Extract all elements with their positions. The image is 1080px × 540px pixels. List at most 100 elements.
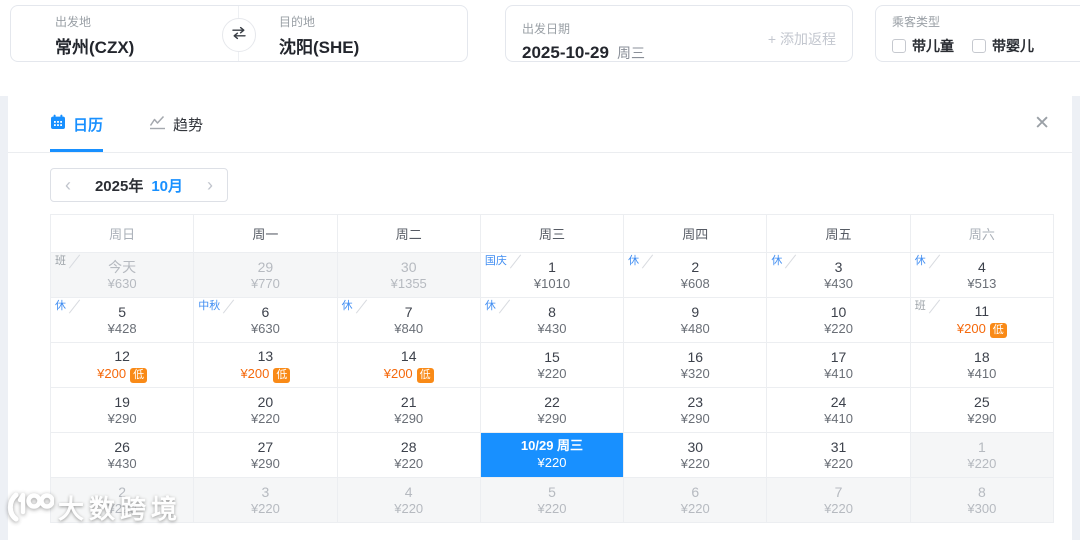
swap-route-button[interactable] bbox=[222, 18, 256, 52]
day-price: ¥220 bbox=[537, 455, 567, 471]
calendar-day-cell[interactable]: 28 ¥220 bbox=[336, 432, 481, 478]
day-price: ¥220 bbox=[680, 455, 710, 471]
calendar-week-row: 26 ¥430 27 ¥290 28 ¥220 10/29 周三 ¥220 30 ¥220 31 ¥2… bbox=[49, 432, 1055, 478]
calendar-day-cell[interactable]: 中秋 6 ¥630 bbox=[193, 297, 338, 343]
passenger-type-label: 乘客类型 bbox=[892, 15, 941, 29]
tab-calendar[interactable]: 日历 bbox=[50, 96, 104, 152]
tab-trend-label: 趋势 bbox=[173, 116, 204, 134]
calendar-day-cell[interactable]: 2 ¥220 bbox=[49, 477, 195, 523]
day-price: ¥220 bbox=[394, 500, 424, 516]
day-number: 10/29 周三 bbox=[520, 438, 584, 454]
calendar-day-cell[interactable]: 9 ¥480 bbox=[623, 297, 768, 343]
price-calendar-table: 周日 周一 周二 周三 周四 周五 周六班今天 ¥630 29 ¥770 30 ¥1355 国庆 1 ¥10… bbox=[49, 214, 1055, 523]
calendar-day-cell[interactable]: 30 ¥220 bbox=[623, 432, 768, 478]
calendar-day-cell[interactable]: 18 ¥410 bbox=[909, 342, 1055, 388]
calendar-day-cell[interactable]: 26 ¥430 bbox=[49, 432, 195, 478]
day-price: ¥200 低 bbox=[338, 366, 480, 383]
day-corner-badge: 休 bbox=[628, 255, 640, 267]
calendar-day-cell[interactable]: 休 4 ¥513 bbox=[909, 252, 1055, 298]
calendar-day-cell[interactable]: 20 ¥220 bbox=[193, 387, 338, 433]
close-icon[interactable]: ✕ bbox=[1034, 114, 1050, 133]
departure-date-field[interactable]: 出发日期 2025-10-29 周三 bbox=[522, 13, 768, 62]
calendar-day-cell[interactable]: 14 ¥200 低 bbox=[336, 342, 481, 388]
next-month-button[interactable]: › bbox=[207, 176, 213, 194]
day-number: 8 bbox=[548, 303, 556, 320]
calendar-day-cell[interactable]: 21 ¥290 bbox=[336, 387, 481, 433]
day-number: 16 bbox=[687, 348, 704, 365]
day-number: 15 bbox=[544, 348, 560, 365]
calendar-day-cell[interactable]: 休 8 ¥430 bbox=[479, 297, 625, 343]
day-number: 18 bbox=[974, 348, 990, 365]
low-price-badge: 低 bbox=[273, 367, 291, 383]
calendar-day-cell[interactable]: 15 ¥220 bbox=[479, 342, 625, 388]
calendar-day-cell[interactable]: 17 ¥410 bbox=[766, 342, 911, 388]
day-price: ¥410 bbox=[824, 365, 853, 381]
add-return-button[interactable]: + 添加返程 bbox=[768, 29, 836, 54]
day-price: ¥320 bbox=[680, 365, 710, 381]
day-number: 23 bbox=[687, 393, 704, 410]
destination-field[interactable]: 目的地 沈阳(SHE) bbox=[243, 6, 467, 61]
calendar-day-cell[interactable]: 休 5 ¥428 bbox=[49, 297, 195, 343]
calendar-day-cell[interactable]: 23 ¥290 bbox=[623, 387, 768, 433]
calendar-day-cell[interactable]: 6 ¥220 bbox=[623, 477, 768, 523]
calendar-week-row: 休 5 ¥428 中秋 6 ¥630 休 7 ¥840 休 8 ¥430 9 ¥480 10 ¥220 班 11 ¥… bbox=[49, 297, 1055, 343]
calendar-day-cell[interactable]: 29 ¥770 bbox=[193, 252, 338, 298]
checkbox-icon[interactable] bbox=[892, 39, 906, 53]
day-number: 2 bbox=[118, 483, 127, 500]
calendar-day-cell[interactable]: 27 ¥290 bbox=[193, 432, 338, 478]
calendar-day-cell[interactable]: 16 ¥320 bbox=[623, 342, 768, 388]
day-price: ¥410 bbox=[967, 365, 997, 381]
day-number: 31 bbox=[830, 438, 847, 455]
passenger-option[interactable]: 带儿童 bbox=[892, 36, 954, 56]
calendar-day-cell[interactable]: 30 ¥1355 bbox=[336, 252, 481, 298]
day-price: ¥410 bbox=[824, 410, 853, 426]
calendar-day-cell[interactable]: 休 2 ¥608 bbox=[623, 252, 768, 298]
calendar-day-cell[interactable]: 国庆 1 ¥1010 bbox=[479, 252, 625, 298]
calendar-day-cell[interactable]: 13 ¥200 低 bbox=[193, 342, 338, 388]
day-number: 25 bbox=[974, 393, 990, 410]
day-price: ¥200 低 bbox=[194, 366, 336, 383]
day-price: ¥430 bbox=[537, 320, 567, 336]
calendar-day-cell[interactable]: 4 ¥220 bbox=[336, 477, 481, 523]
calendar-day-cell[interactable]: 5 ¥220 bbox=[479, 477, 625, 523]
departure-value: 常州(CZX) bbox=[55, 38, 135, 57]
calendar-day-cell[interactable]: 22 ¥290 bbox=[479, 387, 625, 433]
month-navigator: ‹ 2025年 10月 › bbox=[50, 168, 228, 202]
calendar-day-cell[interactable]: 7 ¥220 bbox=[766, 477, 911, 523]
prev-month-button[interactable]: ‹ bbox=[65, 176, 71, 194]
passenger-option[interactable]: 带婴儿 bbox=[972, 36, 1034, 56]
day-corner-badge: 休 bbox=[771, 255, 783, 267]
day-price: ¥290 bbox=[394, 410, 424, 426]
day-price: ¥290 bbox=[967, 410, 997, 426]
calendar-day-cell[interactable]: 3 ¥220 bbox=[193, 477, 338, 523]
calendar-day-cell[interactable]: 25 ¥290 bbox=[909, 387, 1055, 433]
day-price: ¥513 bbox=[967, 275, 997, 291]
tab-trend[interactable]: 趋势 bbox=[149, 96, 203, 152]
calendar-day-cell[interactable]: 1 ¥220 bbox=[909, 432, 1055, 478]
day-price: ¥840 bbox=[394, 320, 424, 336]
calendar-day-cell[interactable]: 10 ¥220 bbox=[766, 297, 911, 343]
calendar-day-cell[interactable]: 10/29 周三 ¥220 bbox=[479, 432, 625, 478]
day-price: ¥290 bbox=[537, 410, 567, 426]
checkbox-icon[interactable] bbox=[972, 39, 986, 53]
calendar-day-cell[interactable]: 12 ¥200 低 bbox=[49, 342, 195, 388]
calendar-day-cell[interactable]: 班 今天 ¥630 bbox=[49, 252, 195, 298]
calendar-day-cell[interactable]: 19 ¥290 bbox=[49, 387, 195, 433]
calendar-day-cell[interactable]: 休 7 ¥840 bbox=[336, 297, 481, 343]
day-number: 12 bbox=[114, 348, 130, 365]
calendar-day-cell[interactable]: 休 3 ¥430 bbox=[766, 252, 911, 298]
day-corner-badge: 休 bbox=[914, 255, 926, 267]
day-number: 5 bbox=[118, 303, 127, 320]
departure-date-weekday: 周三 bbox=[616, 45, 645, 61]
calendar-day-cell[interactable]: 8 ¥300 bbox=[909, 477, 1055, 523]
calendar-day-cell[interactable]: 31 ¥220 bbox=[766, 432, 911, 478]
month-label: 2025年 10月 bbox=[95, 175, 183, 196]
departure-field[interactable]: 出发地 常州(CZX) bbox=[11, 6, 243, 61]
month-text: 10月 bbox=[151, 177, 184, 195]
calendar-day-cell[interactable]: 班 11 ¥200 低 bbox=[909, 297, 1055, 343]
day-corner-badge: 休 bbox=[55, 300, 66, 312]
calendar-day-cell[interactable]: 24 ¥410 bbox=[766, 387, 911, 433]
day-number: 11 bbox=[974, 303, 990, 320]
day-price: ¥608 bbox=[680, 275, 710, 291]
calendar-week-row: 19 ¥290 20 ¥220 21 ¥290 22 ¥290 23 ¥290 24 ¥410 25 ¥2… bbox=[49, 387, 1055, 433]
